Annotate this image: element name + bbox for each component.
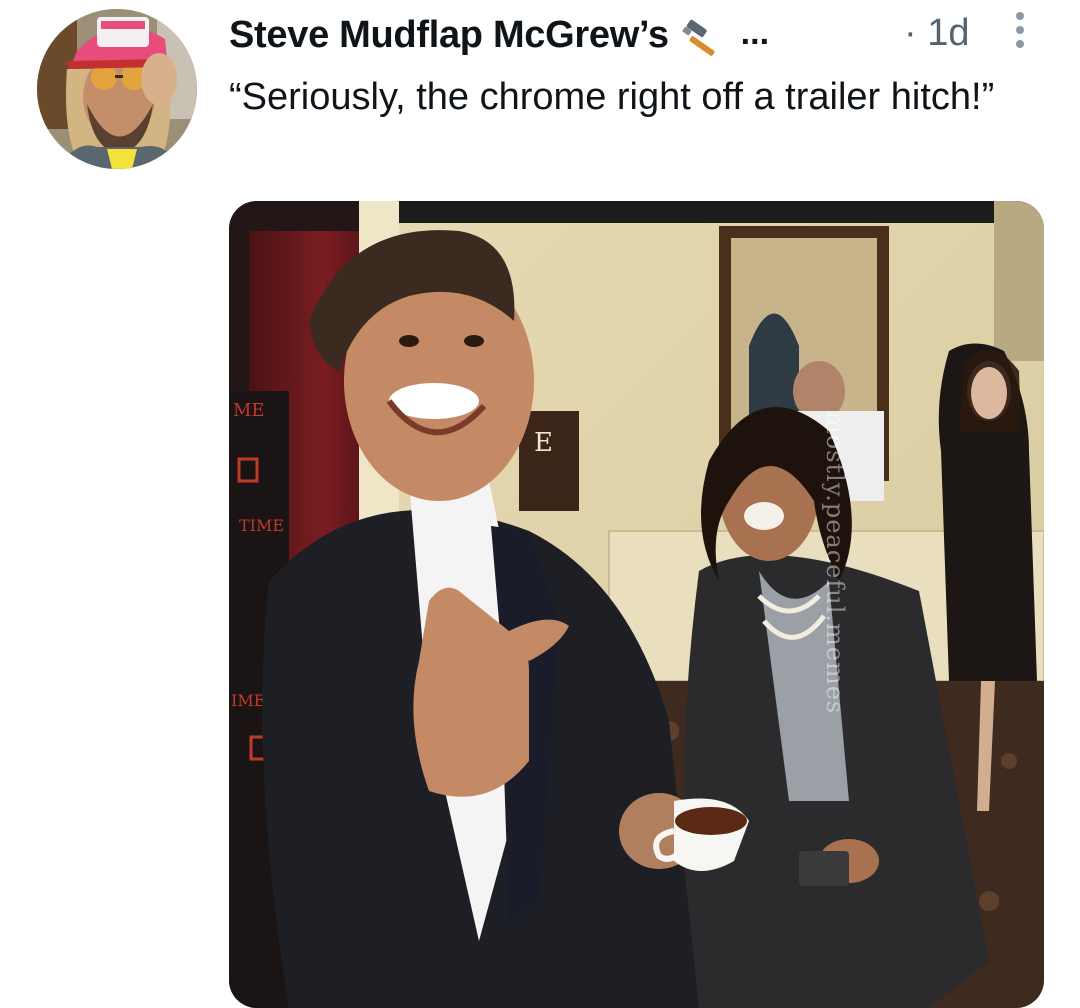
hammer-icon <box>682 19 715 56</box>
backdrop-text-me: ME <box>233 400 265 421</box>
tweet[interactable]: Steve Mudflap McGrew’s ... · 1d “Serious… <box>0 0 1080 1008</box>
author-display-name[interactable]: Steve Mudflap McGrew’s <box>229 14 669 57</box>
more-vertical-icon[interactable] <box>1008 10 1032 50</box>
photo: ME TIME IME E <box>229 201 1044 1008</box>
tweet-media-image[interactable]: ME TIME IME E mostly.peaceful.memes <box>229 201 1044 1008</box>
avatar-image <box>37 9 197 169</box>
poster-text: E <box>534 428 553 458</box>
name-truncation: ... <box>740 13 770 52</box>
tweet-timestamp[interactable]: · 1d <box>904 12 969 55</box>
backdrop-text-ime: IME <box>231 691 265 710</box>
avatar[interactable] <box>37 9 197 169</box>
image-watermark: mostly.peaceful.memes <box>821 411 849 715</box>
tweet-text: “Seriously, the chrome right off a trail… <box>229 76 995 118</box>
backdrop-text-time: TIME <box>239 516 284 535</box>
tweet-header: Steve Mudflap McGrew’s ... <box>229 10 769 60</box>
